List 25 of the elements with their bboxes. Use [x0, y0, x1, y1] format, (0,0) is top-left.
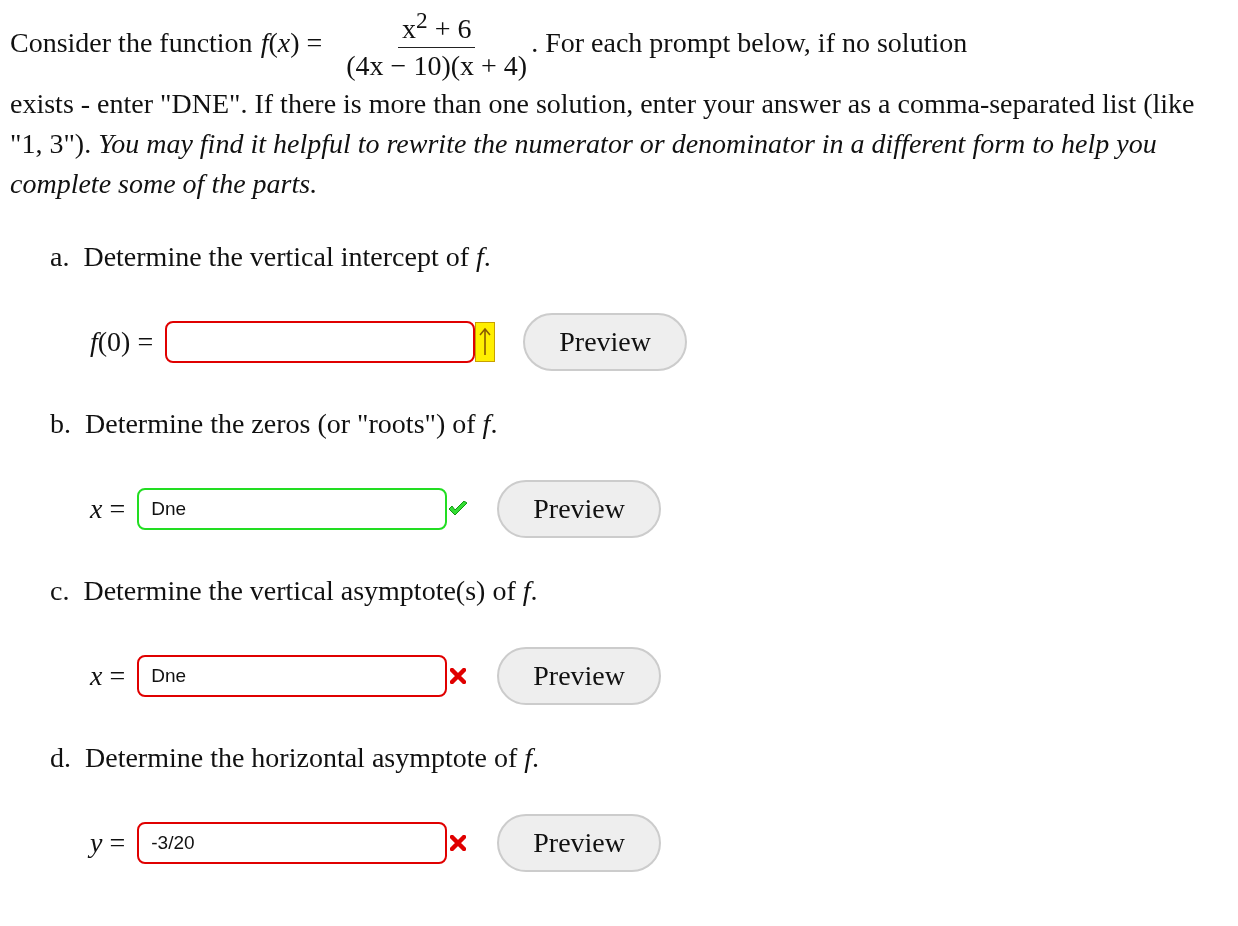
answer-field[interactable]: -3/20 [137, 822, 448, 865]
equation-label: x = [90, 660, 126, 692]
preview-button[interactable]: Preview [497, 647, 661, 706]
intro-text: Consider the function [10, 26, 253, 61]
equation-label: f(0) = [90, 326, 154, 358]
equation-label: x = [90, 493, 126, 525]
instructions-text: exists - enter "DNE". If there is more than one solution, enter your answer as a comma-separated list (like "1, 3"). You may find it helpful to rewrite the numerator or denominator in a different form to help you complete some of the parts. [10, 87, 1196, 202]
part-label: d. [50, 742, 71, 775]
preview-button[interactable]: Preview [497, 480, 661, 539]
question-text: Determine the horizontal asymptote of f. [85, 742, 540, 775]
answer-field[interactable]: Dne [137, 655, 448, 698]
part-label: a. [50, 241, 70, 274]
function-label: f(x) = [260, 26, 323, 61]
preview-button[interactable]: Preview [523, 313, 687, 372]
answer-field[interactable] [165, 321, 476, 364]
preview-button[interactable]: Preview [497, 814, 661, 873]
part-label: c. [50, 575, 70, 608]
fraction-numerator: x$^{2}$ + 6 [398, 2, 476, 49]
question-text: Determine the vertical asymptote(s) of f. [83, 575, 538, 608]
fraction-denominator: (4x − 10)(x + 4) [345, 49, 529, 84]
question-text: Determine the vertical intercept of f. [83, 241, 491, 274]
question-text: Determine the zeros (or "roots") of f. [85, 408, 498, 441]
intro-text: . For each prompt below, if no solution [531, 26, 968, 61]
part-label: b. [50, 408, 71, 441]
answer-field[interactable]: Dne [137, 488, 448, 531]
